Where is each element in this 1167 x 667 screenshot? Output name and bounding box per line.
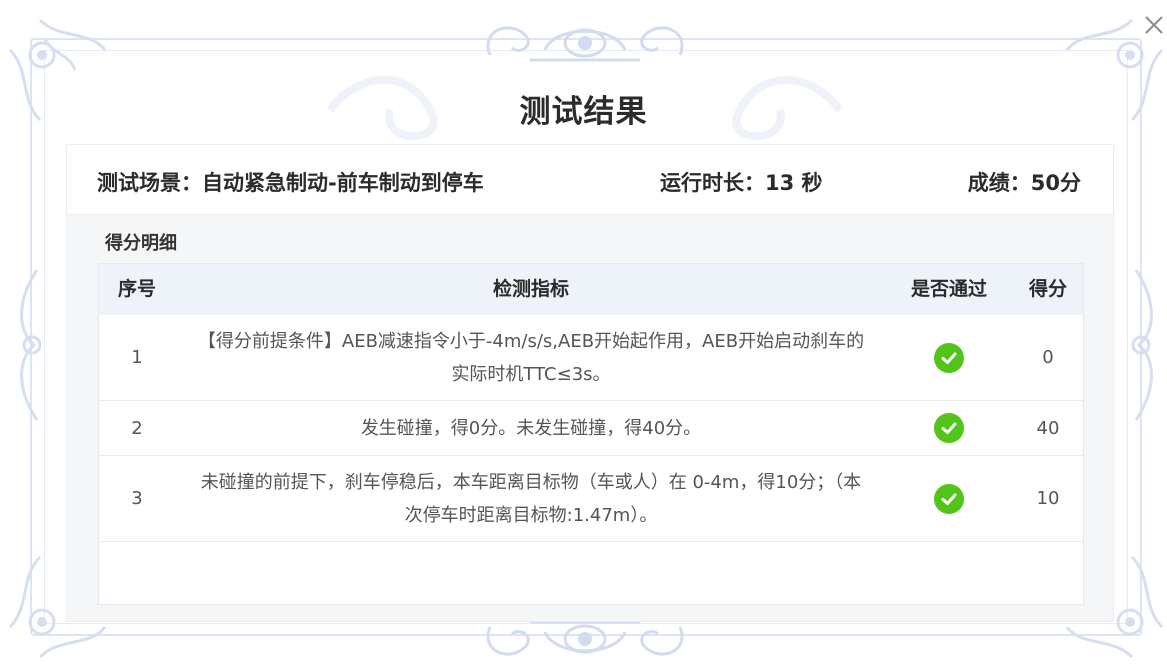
row-score: 10 [1036,488,1060,509]
row-index: 3 [131,488,143,509]
header-score: 得分 [1028,278,1067,300]
check-circle-icon [934,483,964,514]
table-row: 3 未碰撞的前提下，刹车停稳后，本车距离目标物（车或人）在 0-4m，得10分；… [99,456,1083,542]
result-panel: 测试场景：自动紧急制动-前车制动到停车 运行时长：13 秒 成绩：50分 得分明… [66,144,1114,622]
run-duration: 运行时长：13 秒 [660,171,823,195]
summary-row: 测试场景：自动紧急制动-前车制动到停车 运行时长：13 秒 成绩：50分 [67,145,1113,215]
top-crest-ornament [486,26,684,62]
left-side-ornament [20,269,42,421]
row-passed [887,456,1011,541]
header-passed: 是否通过 [910,278,987,300]
close-button[interactable] [1141,12,1167,38]
right-side-ornament [1131,269,1153,421]
row-index: 2 [131,417,143,439]
check-circle-icon [934,413,964,443]
table-header: 序号 检测指标 是否通过 得分 [99,264,1083,315]
check-circle-icon [934,342,964,373]
close-icon [1145,16,1163,34]
score-detail-heading: 得分明细 [105,233,177,254]
header-index: 序号 [117,278,156,300]
row-score: 40 [1036,417,1060,439]
row-metric: 【得分前提条件】AEB减速指令小于-4m/s/s,AEB开始起作用，AEB开始启… [197,330,865,385]
row-metric: 未碰撞的前提下，刹车停稳后，本车距离目标物（车或人）在 0-4m，得10分；（本… [200,471,862,526]
test-scene: 测试场景：自动紧急制动-前车制动到停车 [97,171,484,195]
total-score: 成绩：50分 [967,171,1081,195]
dialog-title: 测试结果 [519,94,648,130]
table-row: 2 发生碰撞，得0分。未发生碰撞，得40分。 40 [99,401,1083,456]
header-metric: 检测指标 [492,278,569,300]
row-score: 0 [1042,347,1054,368]
row-passed [887,315,1011,400]
row-passed [887,401,1011,455]
table-row: 1 【得分前提条件】AEB减速指令小于-4m/s/s,AEB开始起作用，AEB开… [99,315,1083,401]
score-table: 序号 检测指标 是否通过 得分 1 【得分前提条件】AEB减速指令小于-4m/s… [98,263,1084,605]
row-index: 1 [131,347,143,368]
row-metric: 发生碰撞，得0分。未发生碰撞，得40分。 [360,417,702,439]
